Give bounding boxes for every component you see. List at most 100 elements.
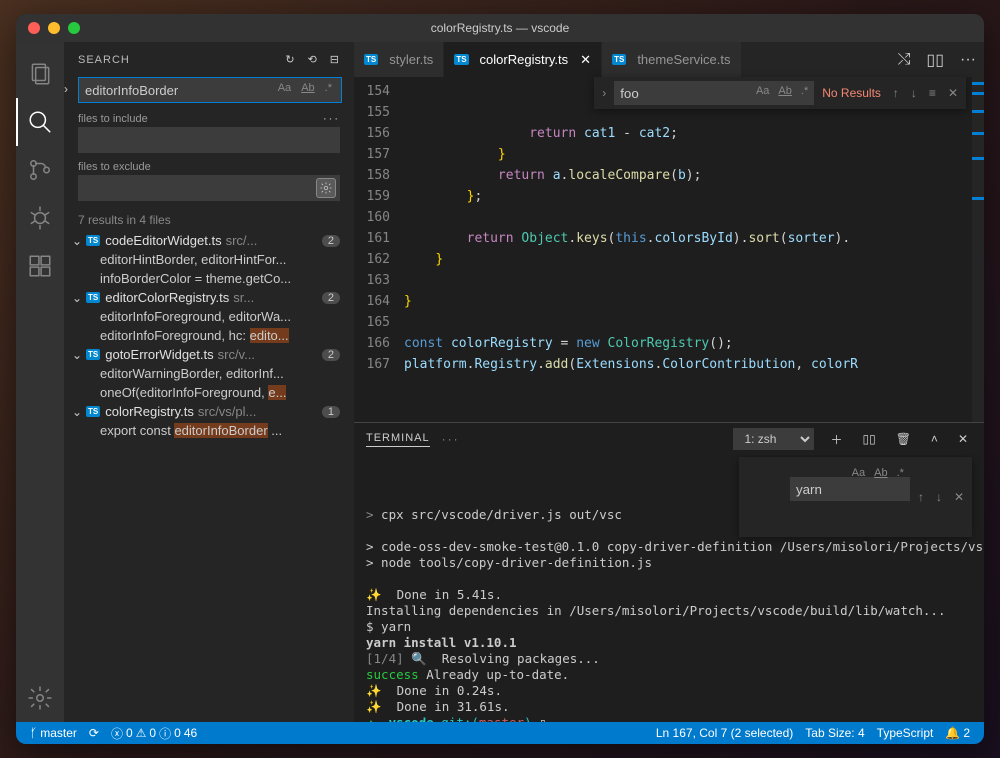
kill-terminal-icon[interactable]: 🗑 bbox=[892, 432, 915, 446]
search-icon[interactable] bbox=[16, 98, 64, 146]
titlebar[interactable]: colorRegistry.ts — vscode bbox=[16, 14, 984, 42]
notifications-status[interactable]: 🔔 2 bbox=[939, 726, 976, 740]
match-count-badge: 2 bbox=[322, 292, 340, 304]
compare-icon[interactable]: ⤭ bbox=[890, 42, 919, 77]
editor-tabs: TS styler.ts TS colorRegistry.ts ✕ TSthemeSer… bbox=[354, 42, 984, 77]
chevron-down-icon[interactable]: ⌄ bbox=[72, 405, 86, 419]
editor-tab[interactable]: TS colorRegistry.ts ✕ bbox=[444, 42, 602, 77]
match-count-badge: 2 bbox=[322, 349, 340, 361]
tab-label: styler.ts bbox=[389, 52, 433, 67]
activity-bar bbox=[16, 42, 64, 722]
extensions-icon[interactable] bbox=[16, 242, 64, 290]
search-options: Aa Ab .* bbox=[274, 80, 336, 96]
chevron-down-icon[interactable]: ⌄ bbox=[72, 234, 86, 248]
search-header: SEARCH ↻ ⟲ ⊟ bbox=[64, 42, 354, 77]
editor-tab[interactable]: TSthemeService.ts bbox=[602, 42, 741, 77]
editor-tab[interactable]: TS styler.ts bbox=[354, 42, 444, 77]
find-match-case-icon[interactable]: Aa bbox=[752, 83, 773, 99]
collapse-icon[interactable]: ⊟ bbox=[330, 53, 340, 66]
find-close-icon[interactable]: ✕ bbox=[944, 84, 962, 102]
panel-more-icon[interactable]: ··· bbox=[442, 432, 460, 446]
term-find-prev-icon[interactable]: ↑ bbox=[914, 487, 928, 507]
find-regex-icon[interactable]: .* bbox=[797, 83, 812, 99]
terminal-find-widget: Aa Ab .* ↑ ↓ ✕ bbox=[739, 457, 972, 537]
sync-status[interactable]: ⟳ bbox=[83, 726, 105, 740]
ts-file-icon: TS bbox=[364, 54, 378, 65]
result-file-row[interactable]: ⌄TScolorRegistry.tssrc/vs/pl...1 bbox=[64, 402, 354, 421]
ts-file-icon: TS bbox=[86, 406, 100, 417]
whole-word-icon[interactable]: Ab bbox=[297, 80, 318, 96]
search-sidebar: SEARCH ↻ ⟲ ⊟ › Aa Ab .* files to include… bbox=[64, 42, 354, 722]
refresh-icon[interactable]: ↻ bbox=[285, 53, 295, 66]
maximize-panel-icon[interactable]: ˄ bbox=[927, 432, 942, 446]
close-panel-icon[interactable]: ✕ bbox=[954, 432, 972, 446]
source-control-icon[interactable] bbox=[16, 146, 64, 194]
term-find-next-icon[interactable]: ↓ bbox=[932, 487, 946, 507]
code-content[interactable]: return cat1 - cat2; } return a.localeCom… bbox=[404, 77, 984, 422]
settings-gear-icon[interactable] bbox=[16, 674, 64, 722]
cursor-pos-status[interactable]: Ln 167, Col 7 (2 selected) bbox=[650, 726, 799, 740]
terminal-tabs: TERMINAL ··· 1: zsh ＋ ▯▯ 🗑 ˄ ✕ bbox=[354, 423, 984, 455]
more-options-icon[interactable]: ··· bbox=[323, 113, 340, 125]
clear-icon[interactable]: ⟲ bbox=[308, 53, 318, 66]
result-match-row[interactable]: oneOf(editorInfoForeground, e... bbox=[64, 383, 354, 402]
search-input-row: › Aa Ab .* bbox=[78, 77, 340, 103]
find-next-icon[interactable]: ↓ bbox=[907, 84, 921, 102]
minimap[interactable] bbox=[972, 77, 984, 422]
debug-icon[interactable] bbox=[16, 194, 64, 242]
ts-file-icon: TS bbox=[86, 349, 100, 360]
window-title: colorRegistry.ts — vscode bbox=[16, 21, 984, 35]
result-match-row[interactable]: infoBorderColor = theme.getCo... bbox=[64, 269, 354, 288]
term-match-case-icon[interactable]: Aa bbox=[848, 463, 869, 483]
match-case-icon[interactable]: Aa bbox=[274, 80, 295, 96]
result-file-row[interactable]: ⌄TScodeEditorWidget.tssrc/...2 bbox=[64, 231, 354, 250]
find-whole-word-icon[interactable]: Ab bbox=[774, 83, 795, 99]
new-terminal-icon[interactable]: ＋ bbox=[826, 431, 846, 448]
toggle-replace-icon[interactable]: › bbox=[64, 82, 68, 96]
result-match-row[interactable]: editorHintBorder, editorHintFor... bbox=[64, 250, 354, 269]
find-toggle-icon[interactable]: › bbox=[598, 84, 610, 102]
files-include-input[interactable] bbox=[78, 127, 340, 153]
match-count-badge: 2 bbox=[322, 235, 340, 247]
result-file-row[interactable]: ⌄TSgotoErrorWidget.tssrc/v...2 bbox=[64, 345, 354, 364]
result-match-row[interactable]: export const editorInfoBorder ... bbox=[64, 421, 354, 440]
main-layout: SEARCH ↻ ⟲ ⊟ › Aa Ab .* files to include… bbox=[16, 42, 984, 722]
search-results-tree[interactable]: ⌄TScodeEditorWidget.tssrc/...2editorHint… bbox=[64, 231, 354, 722]
find-prev-icon[interactable]: ↑ bbox=[889, 84, 903, 102]
indent-status[interactable]: Tab Size: 4 bbox=[799, 726, 870, 740]
chevron-down-icon[interactable]: ⌄ bbox=[72, 291, 86, 305]
result-match-row[interactable]: editorInfoForeground, editorWa... bbox=[64, 307, 354, 326]
ts-file-icon: TS bbox=[454, 54, 468, 65]
regex-icon[interactable]: .* bbox=[321, 80, 336, 96]
terminal-tab-label[interactable]: TERMINAL bbox=[366, 432, 430, 447]
problems-status[interactable]: ⓧ 0 ⚠ 0 ⓘ 0 46 bbox=[105, 725, 203, 742]
git-branch-status[interactable]: ᚶ master bbox=[24, 726, 83, 740]
match-count-badge: 1 bbox=[322, 406, 340, 418]
chevron-down-icon[interactable]: ⌄ bbox=[72, 348, 86, 362]
term-regex-icon[interactable]: .* bbox=[893, 463, 908, 483]
term-whole-word-icon[interactable]: Ab bbox=[870, 463, 891, 483]
split-editor-icon[interactable]: ▯▯ bbox=[918, 42, 952, 77]
term-find-close-icon[interactable]: ✕ bbox=[950, 487, 968, 507]
file-name: editorColorRegistry.ts bbox=[105, 290, 229, 305]
terminal-panel: TERMINAL ··· 1: zsh ＋ ▯▯ 🗑 ˄ ✕ Aa bbox=[354, 422, 984, 722]
files-exclude-input[interactable] bbox=[78, 175, 340, 201]
result-match-row[interactable]: editorInfoForeground, hc: edito... bbox=[64, 326, 354, 345]
result-file-row[interactable]: ⌄TSeditorColorRegistry.tssr...2 bbox=[64, 288, 354, 307]
explorer-icon[interactable] bbox=[16, 50, 64, 98]
terminal-select[interactable]: 1: zsh bbox=[733, 428, 814, 450]
result-match-row[interactable]: editorWarningBorder, editorInf... bbox=[64, 364, 354, 383]
tab-label: themeService.ts bbox=[637, 52, 730, 67]
editor-group: TS styler.ts TS colorRegistry.ts ✕ TSthemeSer… bbox=[354, 42, 984, 722]
editor-body[interactable]: 1541551561571581591601611621631641651661… bbox=[354, 77, 984, 422]
close-tab-icon[interactable]: ✕ bbox=[580, 52, 591, 68]
more-editor-icon[interactable]: ··· bbox=[952, 42, 984, 77]
split-terminal-icon[interactable]: ▯▯ bbox=[858, 432, 879, 446]
find-selection-icon[interactable]: ≡ bbox=[925, 84, 940, 102]
ts-file-icon: TS bbox=[86, 235, 100, 246]
language-mode-status[interactable]: TypeScript bbox=[871, 726, 940, 740]
tab-label: colorRegistry.ts bbox=[480, 52, 569, 67]
editor-find-widget: › Aa Ab .* No Results ↑ ↓ ≡ ✕ bbox=[594, 77, 966, 109]
terminal-body[interactable]: Aa Ab .* ↑ ↓ ✕ > cpx src/vscode/driver.j… bbox=[354, 455, 984, 722]
use-excludes-icon[interactable] bbox=[316, 178, 336, 198]
